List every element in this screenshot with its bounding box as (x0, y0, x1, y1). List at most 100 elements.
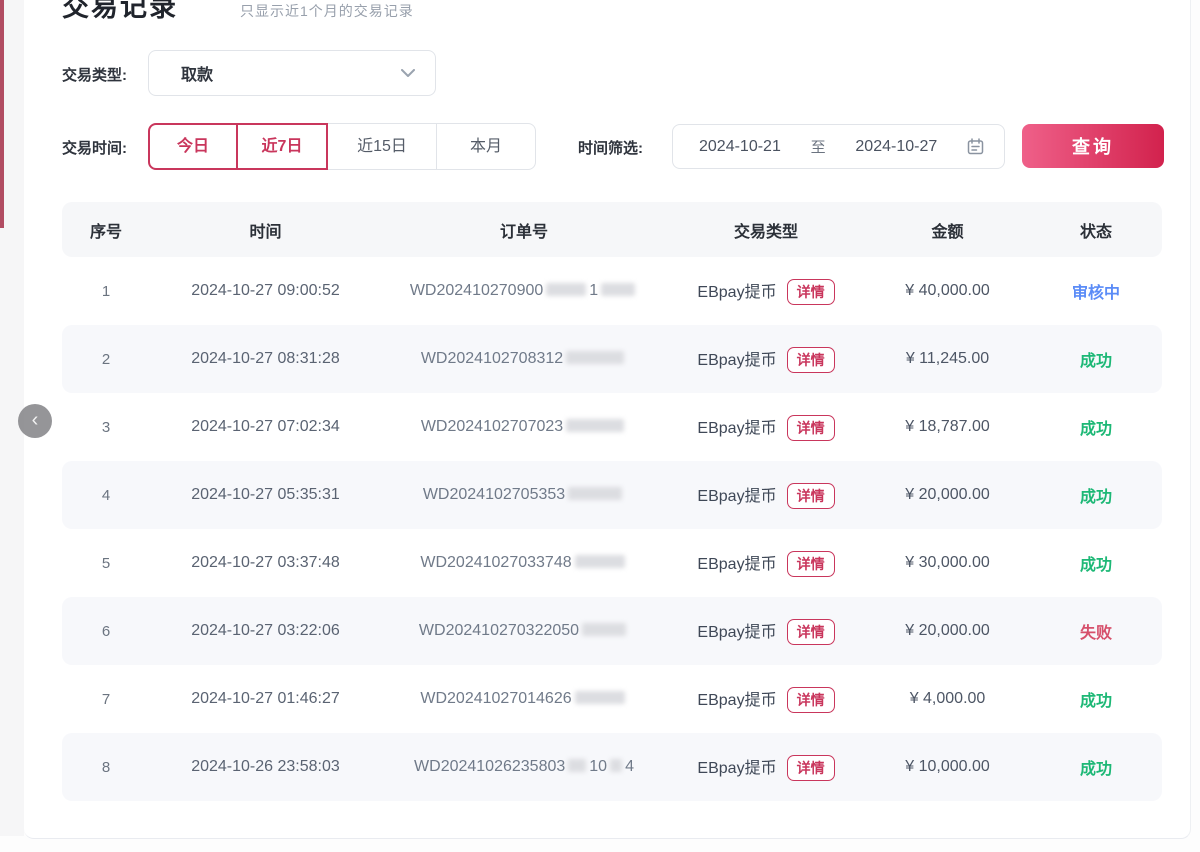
order-number-text: WD202410270900 (410, 282, 543, 299)
row-amount: ¥ 30,000.00 (865, 554, 1030, 572)
table-row: 52024-10-27 03:37:48 WD20241027033748 EBpa… (62, 529, 1162, 597)
chevron-left-icon: ‹ (32, 410, 39, 430)
redaction-blur (575, 691, 625, 704)
date-to-value: 2024-10-27 (855, 138, 937, 156)
row-index: 8 (62, 759, 150, 776)
detail-button[interactable]: 详情 (787, 619, 835, 645)
card-header: 交易记录 只显示近1个月的交易记录 (62, 0, 414, 24)
row-amount: ¥ 18,787.00 (865, 418, 1030, 436)
table-row: 32024-10-27 07:02:34 WD2024102707023 EBpay… (62, 393, 1162, 461)
query-button[interactable]: 查询 (1022, 124, 1164, 168)
row-index: 3 (62, 419, 150, 436)
row-time: 2024-10-27 08:31:28 (150, 350, 381, 368)
transaction-records-page: ‹ 交易记录 只显示近1个月的交易记录 交易类型: 取款 交易时间: 今日近7日… (0, 0, 1200, 852)
detail-button[interactable]: 详情 (787, 755, 835, 781)
transaction-type-select[interactable]: 取款 (148, 50, 436, 96)
row-type: EBpay提币详情 (667, 346, 865, 373)
redaction-blur (568, 487, 622, 500)
row-amount: ¥ 11,245.00 (865, 350, 1030, 368)
order-number-text: 10 (589, 758, 607, 775)
column-header: 订单号 (381, 218, 667, 242)
table-body: 12024-10-27 09:00:52WD2024102709001EBpay… (62, 257, 1162, 801)
table-row: 22024-10-27 08:31:28 WD2024102708312 EBpay… (62, 325, 1162, 393)
order-number-text: WD20241027033748 (420, 554, 571, 571)
order-number-text: 4 (625, 758, 634, 775)
time-filter-近7日[interactable]: 近7日 (236, 123, 328, 170)
row-time: 2024-10-27 07:02:34 (150, 418, 381, 436)
order-number-text: WD2024102708312 (421, 350, 563, 367)
row-type: EBpay提币详情 (667, 550, 865, 577)
time-filter-近15日[interactable]: 近15日 (327, 123, 437, 170)
row-amount: ¥ 10,000.00 (865, 758, 1030, 776)
transaction-type-text: EBpay提币 (697, 420, 776, 437)
detail-button[interactable]: 详情 (787, 415, 835, 441)
transaction-type-text: EBpay提币 (697, 284, 776, 301)
detail-button[interactable]: 详情 (787, 347, 835, 373)
row-order-number: WD202410270322050 (381, 622, 667, 640)
table-row: 12024-10-27 09:00:52WD2024102709001EBpay… (62, 257, 1162, 325)
time-filter-本月[interactable]: 本月 (436, 123, 536, 170)
order-number-text: WD202410270322050 (419, 622, 579, 639)
row-status: 成功 (1030, 415, 1162, 439)
row-status: 成功 (1030, 347, 1162, 371)
transaction-type-text: EBpay提币 (697, 352, 776, 369)
row-type: EBpay提币详情 (667, 754, 865, 781)
column-header: 金额 (865, 218, 1030, 242)
redaction-blur (582, 623, 626, 636)
transaction-time-label: 交易时间: (62, 137, 127, 158)
row-type: EBpay提币详情 (667, 278, 865, 305)
date-range-separator: 至 (811, 136, 826, 157)
detail-button[interactable]: 详情 (787, 483, 835, 509)
row-index: 5 (62, 555, 150, 572)
row-status: 成功 (1030, 755, 1162, 779)
redaction-blur (566, 419, 624, 432)
detail-button[interactable]: 详情 (787, 687, 835, 713)
row-index: 4 (62, 487, 150, 504)
row-type: EBpay提币详情 (667, 482, 865, 509)
column-header: 序号 (62, 218, 150, 242)
order-number-text: 1 (589, 282, 598, 299)
date-range-picker[interactable]: 2024-10-21 至 2024-10-27 (672, 124, 1005, 169)
chevron-down-icon (401, 69, 415, 78)
order-number-text: WD2024102707023 (421, 418, 563, 435)
table-row: 72024-10-27 01:46:27WD20241027014626EBpa… (62, 665, 1162, 733)
date-from-value: 2024-10-21 (699, 138, 781, 156)
row-amount: ¥ 20,000.00 (865, 622, 1030, 640)
transaction-type-text: EBpay提币 (697, 760, 776, 777)
time-filter-今日[interactable]: 今日 (148, 123, 238, 170)
redaction-blur (575, 555, 625, 568)
redaction-blur (568, 759, 586, 772)
row-time: 2024-10-27 01:46:27 (150, 690, 381, 708)
row-amount: ¥ 4,000.00 (865, 690, 1030, 708)
time-range-label: 时间筛选: (578, 137, 643, 158)
row-order-number: WD20241027033748 (381, 554, 667, 572)
row-status: 成功 (1030, 551, 1162, 575)
row-order-number: WD2024102705353 (381, 486, 667, 504)
redaction-blur (546, 283, 586, 296)
row-order-number: WD2024102707023 (381, 418, 667, 436)
collapse-panel-button[interactable]: ‹ (18, 404, 52, 438)
redaction-blur (601, 283, 635, 296)
row-type: EBpay提币详情 (667, 414, 865, 441)
row-time: 2024-10-27 05:35:31 (150, 486, 381, 504)
row-status: 成功 (1030, 483, 1162, 507)
row-index: 2 (62, 351, 150, 368)
row-amount: ¥ 40,000.00 (865, 282, 1030, 300)
order-number-text: WD2024102705353 (423, 486, 565, 503)
table-row: 62024-10-27 03:22:06WD202410270322050EBp… (62, 597, 1162, 665)
transaction-type-text: EBpay提币 (697, 556, 776, 573)
transaction-type-text: EBpay提币 (697, 624, 776, 641)
detail-button[interactable]: 详情 (787, 279, 835, 305)
row-index: 6 (62, 623, 150, 640)
detail-button[interactable]: 详情 (787, 551, 835, 577)
page-title: 交易记录 (62, 0, 178, 24)
order-number-text: WD20241026235803 (414, 758, 565, 775)
row-time: 2024-10-27 03:37:48 (150, 554, 381, 572)
row-status: 失败 (1030, 619, 1162, 643)
row-order-number: WD202410270900 1 (381, 282, 667, 300)
table-header: 序号时间订单号交易类型金额状态 (62, 202, 1162, 257)
transaction-type-text: EBpay提币 (697, 488, 776, 505)
row-index: 1 (62, 283, 150, 300)
column-header: 时间 (150, 218, 381, 242)
table-row: 82024-10-26 23:58:03WD20241026235803104E… (62, 733, 1162, 801)
